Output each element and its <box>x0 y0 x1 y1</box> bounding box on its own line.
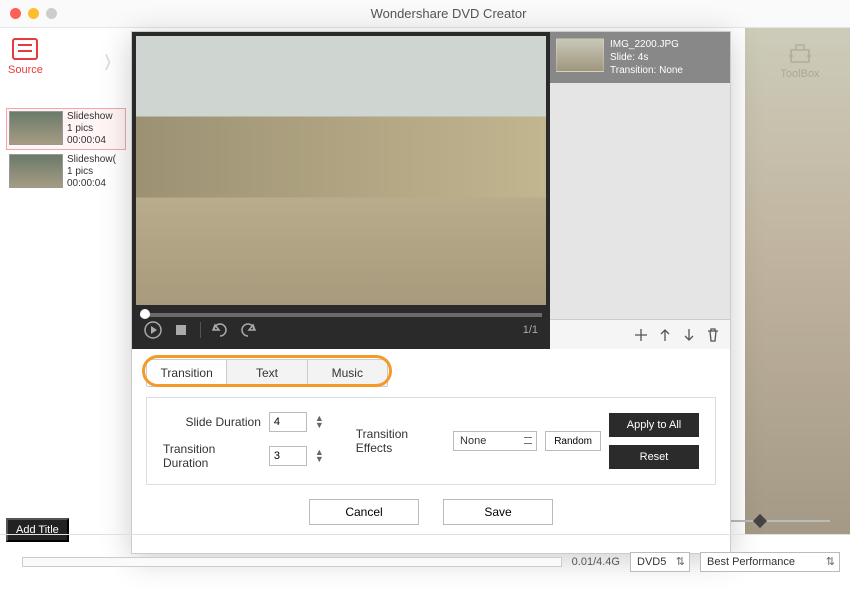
play-icon[interactable] <box>144 321 162 339</box>
slide-duration-input[interactable] <box>269 412 307 432</box>
random-button[interactable]: Random <box>545 431 601 451</box>
slideshow-thumb-icon <box>9 154 63 188</box>
source-icon <box>12 38 38 60</box>
stop-icon[interactable] <box>172 321 190 339</box>
slide-thumb-icon <box>556 38 604 72</box>
move-up-icon[interactable] <box>658 328 672 342</box>
timeline[interactable] <box>140 313 542 317</box>
move-down-icon[interactable] <box>682 328 696 342</box>
minimize-window-icon[interactable] <box>28 8 39 19</box>
timeline-knob-icon[interactable] <box>140 309 150 319</box>
slide-list-item[interactable]: IMG_2200.JPG Slide: 4s Transition: None <box>550 32 730 83</box>
add-icon[interactable] <box>634 328 648 342</box>
preview-image <box>136 36 546 305</box>
stepper-icon[interactable]: ▲▼ <box>315 415 324 429</box>
transition-duration-label: Transition Duration <box>163 442 261 470</box>
disc-size-text: 0.01/4.4G <box>572 556 620 568</box>
save-button[interactable]: Save <box>443 499 553 525</box>
page-indicator: 1/1 <box>523 324 538 336</box>
slideshow-list: Slideshow 1 pics 00:00:04 Slideshow( 1 p… <box>6 108 126 193</box>
delete-icon[interactable] <box>706 328 720 342</box>
bottom-bar: 0.01/4.4G DVD5 Best Performance <box>0 534 850 589</box>
editor-tabs: Transition Text Music <box>146 359 388 387</box>
slide-list-pane: IMG_2200.JPG Slide: 4s Transition: None <box>550 32 730 349</box>
step-source[interactable]: Source <box>8 38 43 76</box>
transition-effects-select[interactable]: None <box>453 431 537 451</box>
transition-effects-label: Transition Effects <box>356 427 445 455</box>
slideshow-meta: Slideshow( 1 pics 00:00:04 <box>67 154 116 190</box>
transition-duration-input[interactable] <box>269 446 307 466</box>
apply-to-all-button[interactable]: Apply to All <box>609 413 699 437</box>
slideshow-item[interactable]: Slideshow 1 pics 00:00:04 <box>6 108 126 150</box>
separator <box>200 322 201 338</box>
tab-music[interactable]: Music <box>308 360 387 386</box>
slide-duration-label: Slide Duration <box>186 415 261 429</box>
rotate-left-icon[interactable] <box>211 321 229 339</box>
slide-list-toolbar <box>550 319 730 349</box>
cancel-button[interactable]: Cancel <box>309 499 419 525</box>
slideshow-thumb-icon <box>9 111 63 145</box>
tab-transition[interactable]: Transition <box>147 360 227 386</box>
title-bar: Wondershare DVD Creator <box>0 0 850 28</box>
zoom-window-icon[interactable] <box>46 8 57 19</box>
reset-button[interactable]: Reset <box>609 445 699 469</box>
tab-text[interactable]: Text <box>227 360 307 386</box>
slideshow-editor-dialog: 1/1 IMG_2200.JPG Slide: 4s Transition: N… <box>131 31 731 554</box>
window-controls <box>10 8 57 19</box>
quality-select[interactable]: Best Performance <box>700 552 840 572</box>
stepper-icon[interactable]: ▲▼ <box>315 449 324 463</box>
background-preview <box>745 28 850 534</box>
preview-pane: 1/1 <box>132 32 550 349</box>
chevron-right-icon: › <box>104 38 111 83</box>
transition-pane: Slide Duration ▲▼ Transition Duration ▲▼… <box>146 397 716 485</box>
disc-type-select[interactable]: DVD5 <box>630 552 690 572</box>
nav-steps: Source › <box>0 28 100 534</box>
slideshow-meta: Slideshow 1 pics 00:00:04 <box>67 111 113 147</box>
disc-size-bar <box>22 557 562 567</box>
window-title: Wondershare DVD Creator <box>57 6 840 21</box>
slide-meta: IMG_2200.JPG Slide: 4s Transition: None <box>610 38 683 77</box>
step-label: Source <box>8 64 43 76</box>
zoom-slider[interactable] <box>730 520 840 522</box>
close-window-icon[interactable] <box>10 8 21 19</box>
rotate-right-icon[interactable] <box>239 321 257 339</box>
preview-controls: 1/1 <box>134 317 548 347</box>
slideshow-item[interactable]: Slideshow( 1 pics 00:00:04 <box>6 151 126 193</box>
